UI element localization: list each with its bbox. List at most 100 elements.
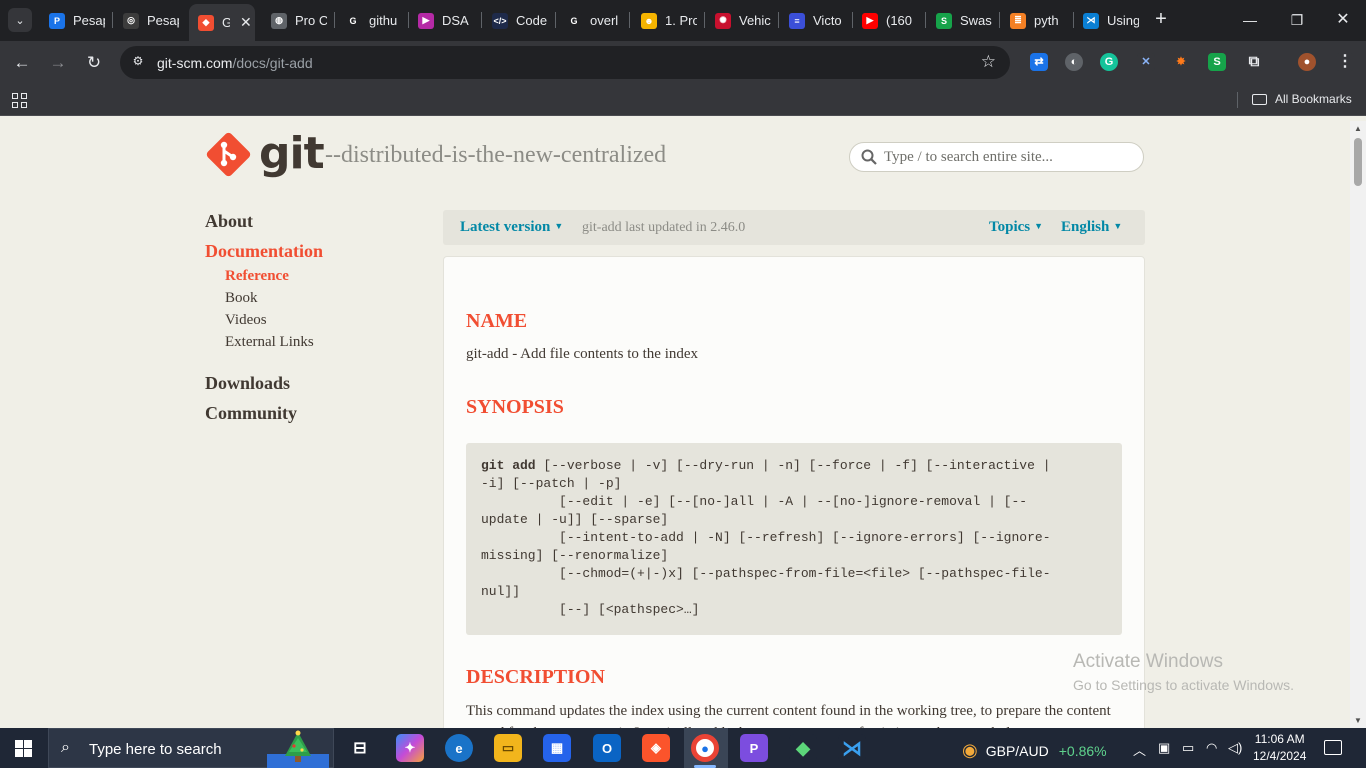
scrollbar-thumb[interactable]	[1354, 138, 1362, 186]
camera-icon[interactable]: ▣	[1158, 740, 1170, 756]
extension-spark-icon[interactable]: ✸	[1172, 53, 1190, 71]
volume-icon[interactable]: ◁)	[1228, 740, 1242, 756]
synopsis-heading: SYNOPSIS	[466, 396, 564, 418]
taskbar-search-box[interactable]: ⌕ Type here to search	[48, 728, 334, 768]
browser-tab[interactable]: ≡ Victo	[780, 6, 850, 35]
tab-separator	[334, 12, 335, 28]
minimize-button[interactable]: —	[1235, 8, 1265, 32]
browser-tab[interactable]: ✺ Vehic	[706, 6, 776, 35]
apps-grid-icon[interactable]	[12, 93, 28, 109]
language-dropdown[interactable]: English ▼	[1061, 219, 1122, 236]
tab-search-button[interactable]: ⌄	[8, 8, 32, 32]
chatgpt-icon: ◎	[123, 12, 139, 29]
browser-tab[interactable]: P Pesap	[40, 6, 110, 35]
leetcode-icon: ☻	[641, 12, 657, 29]
git-logo[interactable]: git	[205, 131, 325, 178]
copilot-icon[interactable]: ✦	[396, 734, 424, 762]
browser-menu-icon[interactable]: ⋮	[1336, 53, 1354, 71]
site-info-icon[interactable]: ⚙	[130, 54, 146, 70]
extension-shield-icon[interactable]: ◐	[1065, 53, 1083, 71]
scroll-down-arrow-icon[interactable]: ▼	[1354, 716, 1362, 725]
close-tab-icon[interactable]: ✕	[240, 14, 252, 31]
address-bar[interactable]: ⚙ git-scm.com/docs/git-add ☆	[120, 46, 1010, 79]
browser-tab[interactable]: ▶ DSA	[409, 6, 479, 35]
currency-ticker-widget[interactable]: ◉ GBP/AUD +0.86%	[962, 740, 1107, 761]
site-search-input[interactable]	[884, 147, 1134, 167]
synopsis-line: [--verbose | -v] [--dry-run | -n] [--for…	[535, 458, 1051, 473]
browser-tab[interactable]: ◍ Pro C	[262, 6, 332, 35]
extension-grammarly-icon[interactable]: G	[1100, 53, 1118, 71]
task-view-icon[interactable]: ⊟	[346, 734, 374, 762]
browser-tab[interactable]: Goverl	[557, 6, 627, 35]
browser-tab[interactable]: ⋊ Using	[1074, 6, 1144, 35]
nav-book[interactable]: Book	[225, 290, 258, 307]
spark-icon: ✺	[715, 12, 731, 29]
git-gui-icon[interactable]: ◆	[789, 734, 817, 762]
chrome-icon[interactable]: ●	[691, 734, 719, 762]
battery-icon[interactable]: ▭	[1182, 740, 1194, 756]
new-tab-button[interactable]: +	[1150, 8, 1172, 30]
browser-tab[interactable]: Ggithu	[336, 6, 406, 35]
reload-button[interactable]: ↻	[82, 51, 106, 75]
profile-avatar[interactable]: ●	[1298, 53, 1316, 71]
play-icon: ▶	[418, 12, 434, 29]
list-icon: ≡	[789, 12, 805, 29]
extension-translate-icon[interactable]: ⇄	[1030, 53, 1048, 71]
forward-button[interactable]: →	[46, 51, 70, 75]
browser-tab[interactable]: ◆ G ✕	[189, 4, 255, 41]
synopsis-command: git add	[481, 458, 536, 473]
web-page: git --distributed-is-the-new-centralized…	[0, 121, 1350, 728]
nav-downloads[interactable]: Downloads	[205, 373, 290, 394]
ticker-change: +0.86%	[1058, 742, 1107, 759]
topics-dropdown[interactable]: Topics ▼	[989, 219, 1043, 236]
file-explorer-icon[interactable]: ▭	[494, 734, 522, 762]
notification-center-icon[interactable]	[1324, 740, 1342, 755]
site-search-box[interactable]	[849, 142, 1144, 172]
system-clock[interactable]: 11:06 AM 12/4/2024	[1253, 731, 1306, 765]
all-bookmarks-button[interactable]: All Bookmarks	[1252, 92, 1352, 106]
brave-icon[interactable]: ◈	[642, 734, 670, 762]
description-text: This command updates the index using the…	[466, 703, 1111, 728]
bookmark-star-icon[interactable]: ☆	[981, 52, 996, 72]
caret-down-icon: ▼	[1113, 221, 1123, 231]
edge-icon[interactable]: e	[445, 734, 473, 762]
nav-external-links[interactable]: External Links	[225, 334, 314, 351]
url-text[interactable]: git-scm.com/docs/git-add	[157, 55, 313, 71]
store-icon[interactable]: ▦	[543, 734, 571, 762]
extension-x-icon[interactable]: ✕	[1137, 53, 1155, 71]
tab-separator	[925, 12, 926, 28]
show-hidden-icons-chevron-icon[interactable]: ︿	[1133, 740, 1146, 759]
back-button[interactable]: ←	[10, 51, 34, 75]
nav-reference[interactable]: Reference	[225, 268, 289, 285]
extensions-puzzle-icon[interactable]: ⧉	[1245, 53, 1263, 71]
synopsis-line: update | -u]] [--sparse]	[481, 512, 669, 527]
latest-version-dropdown[interactable]: Latest version ▼	[460, 219, 563, 236]
restore-button[interactable]: ❐	[1282, 8, 1312, 32]
nav-about[interactable]: About	[205, 211, 253, 232]
caret-down-icon: ▼	[554, 221, 564, 231]
wifi-icon[interactable]: ◠	[1206, 740, 1217, 756]
browser-tab[interactable]: S Swas	[927, 6, 997, 35]
scroll-up-arrow-icon[interactable]: ▲	[1354, 124, 1362, 133]
tab-title: overl	[590, 13, 619, 28]
browser-tab[interactable]: ▶ (160	[853, 6, 923, 35]
nav-community[interactable]: Community	[205, 403, 297, 424]
browser-tab[interactable]: </> Code	[483, 6, 553, 35]
outlook-icon[interactable]: O	[593, 734, 621, 762]
caret-down-icon: ▼	[1034, 221, 1044, 231]
close-window-button[interactable]: ✕	[1328, 8, 1358, 32]
swahili-icon: S	[936, 12, 952, 29]
git-logo-icon	[205, 131, 252, 178]
vscode-icon[interactable]: ⋊	[838, 734, 866, 762]
browser-tab[interactable]: ≣ pyth	[1001, 6, 1071, 35]
notes-app-icon[interactable]: P	[740, 734, 768, 762]
browser-tab[interactable]: ☻ 1. Pro	[632, 6, 702, 35]
folder-icon	[1252, 93, 1267, 105]
nav-documentation[interactable]: Documentation	[205, 241, 323, 262]
browser-tab[interactable]: ◎ Pesap	[114, 6, 184, 35]
windows-start-icon[interactable]	[15, 740, 32, 757]
page-scrollbar[interactable]: ▲ ▼	[1350, 121, 1366, 728]
nav-videos[interactable]: Videos	[225, 312, 267, 329]
extension-s-icon[interactable]: S	[1208, 53, 1226, 71]
tab-separator	[704, 12, 705, 28]
